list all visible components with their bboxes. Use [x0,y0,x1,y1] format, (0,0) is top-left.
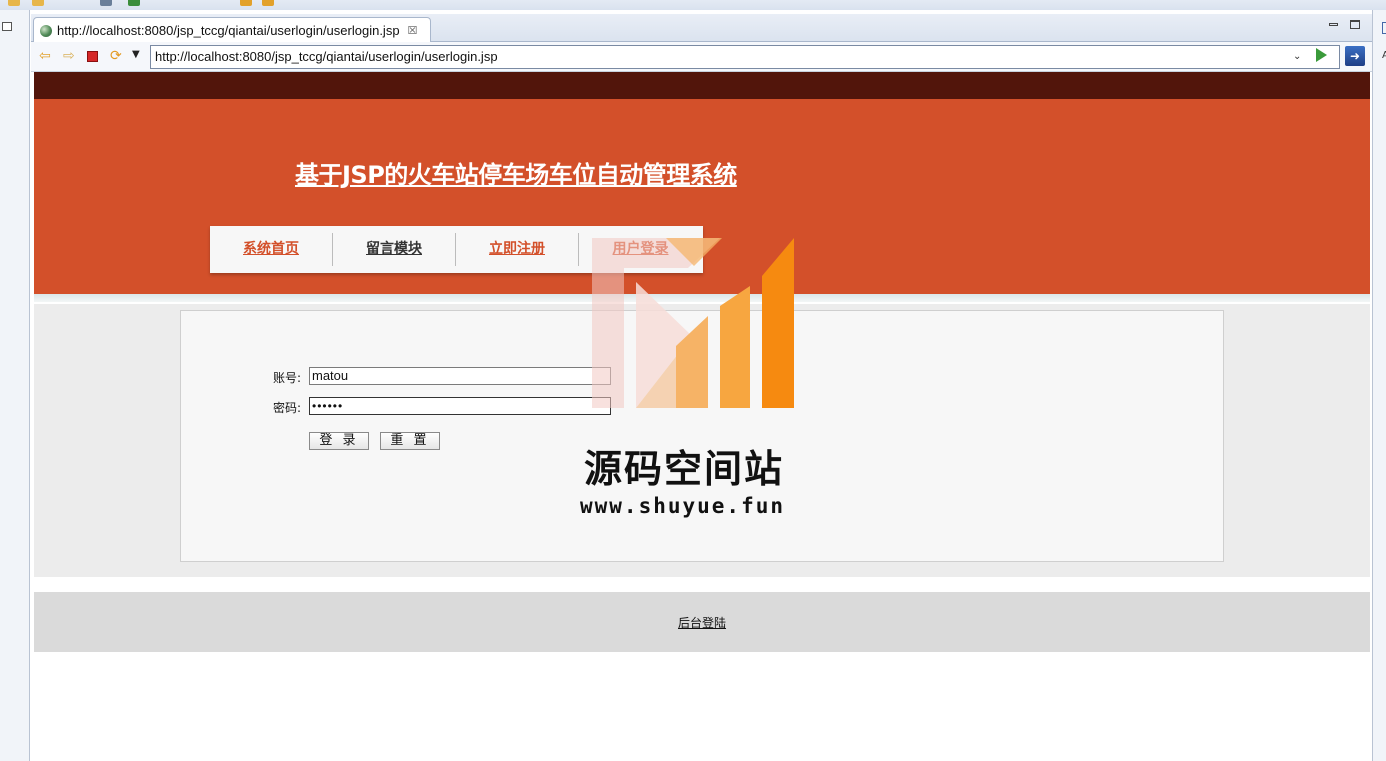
password-input[interactable]: •••••• [309,397,611,415]
restore-icon[interactable] [2,22,12,31]
reset-button[interactable]: 重 置 [380,432,440,450]
nav-home[interactable]: 系统首页 [210,233,333,266]
url-dropdown-icon[interactable]: ⌄ [1293,51,1301,62]
minimize-icon[interactable] [1329,23,1338,26]
site-title[interactable]: 基于JSP的火车站停车场车位自动管理系统 [295,155,737,190]
main-nav: 系统首页 留言模块 立即注册 用户登录 [210,226,703,273]
browser-tab[interactable]: http://localhost:8080/jsp_tccg/qiantai/u… [33,17,431,43]
login-panel: 账号: matou 密码: •••••• 登 录 重 置 [180,310,1224,562]
right-edge-glyph: A [1382,50,1386,61]
globe-icon [40,24,52,37]
arrow-left-icon[interactable] [240,0,252,6]
folder-icon[interactable] [8,0,20,6]
window-controls [1329,20,1360,29]
stop-icon[interactable] [87,51,98,62]
account-label: 账号: [273,371,302,385]
password-label: 密码: [273,401,302,415]
arrow-left-icon[interactable] [262,0,274,6]
nav-messages[interactable]: 留言模块 [333,233,456,266]
run-icon[interactable] [128,0,140,6]
page-header: 基于JSP的火车站停车场车位自动管理系统 系统首页 留言模块 立即注册 用户登录 [34,99,1370,294]
admin-login-link[interactable]: 后台登陆 [678,614,726,631]
browser-url-bar: ⇦ ⇨ ⟳ ▼ http://localhost:8080/jsp_tccg/q… [31,42,1372,72]
browser-tab-bar: http://localhost:8080/jsp_tccg/qiantai/u… [31,14,1372,43]
go-icon[interactable] [1316,48,1327,62]
login-button[interactable]: 登 录 [309,432,369,450]
refresh-icon[interactable]: ⟳ [110,49,122,63]
panel-icon[interactable] [1382,22,1386,34]
folder-icon[interactable] [32,0,44,6]
page-top-bar [34,72,1370,99]
maximize-icon[interactable] [1350,20,1360,29]
watermark-name: 源码空间站 [584,447,785,491]
header-divider [34,294,1370,302]
forward-arrow-icon[interactable]: ⇨ [63,49,75,63]
external-browser-icon[interactable]: ➜ [1345,46,1365,66]
ide-left-gutter [0,10,30,761]
gear-icon[interactable] [100,0,112,6]
url-input[interactable]: http://localhost:8080/jsp_tccg/qiantai/u… [150,45,1340,69]
web-page: 基于JSP的火车站停车场车位自动管理系统 系统首页 留言模块 立即注册 用户登录… [34,72,1370,761]
tab-title: http://localhost:8080/jsp_tccg/qiantai/u… [57,23,400,38]
ide-right-gutter: A [1372,10,1386,761]
nav-user-login[interactable]: 用户登录 [579,233,702,266]
ide-toolbar [0,0,1386,10]
back-arrow-icon[interactable]: ⇦ [39,49,51,63]
watermark-url: www.shuyue.fun [580,494,786,518]
account-input[interactable]: matou [309,367,611,385]
page-footer: 后台登陆 [34,592,1370,652]
nav-register[interactable]: 立即注册 [456,233,579,266]
dropdown-arrow-icon[interactable]: ▼ [132,48,140,62]
ide-window: A http://localhost:8080/jsp_tccg/qiantai… [0,0,1386,761]
close-icon[interactable]: ☒ [408,24,418,37]
